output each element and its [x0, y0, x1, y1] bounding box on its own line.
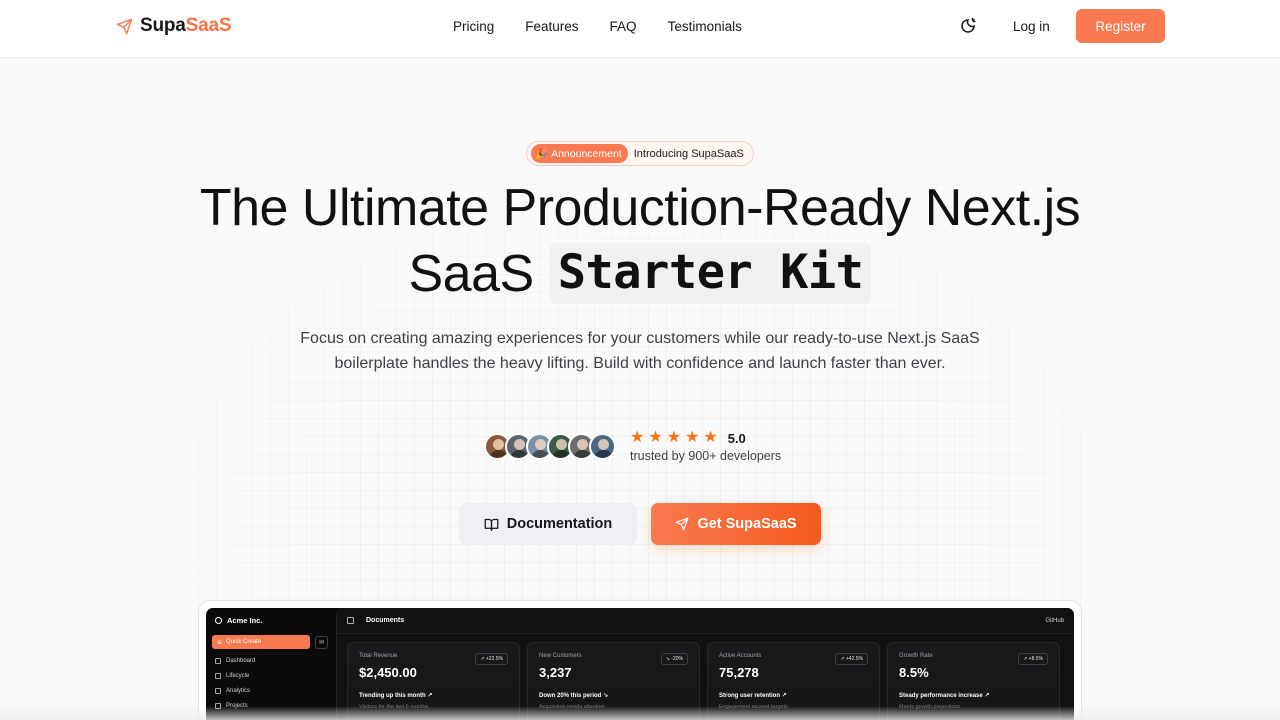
- stat-card-growth: Growth Rate ↗ +8.5% 8.5% Steady performa…: [887, 642, 1060, 720]
- quick-create-row: ⊕ Quick Create ✉: [212, 635, 330, 649]
- stat-note: Engagement exceed targets: [719, 704, 788, 710]
- announcement-label: Announcement: [551, 147, 622, 160]
- announcement-badge[interactable]: 🎉 Announcement Introducing SupaSaaS: [526, 141, 754, 166]
- sidebar-toggle-icon: [347, 617, 354, 624]
- nav-link-faq[interactable]: FAQ: [610, 19, 637, 34]
- stat-card-customers: New Customers ↘ -20% 3,237 Down 20% this…: [527, 642, 700, 720]
- star-icon: ★: [703, 429, 718, 446]
- hero-title-plain: SaaS: [408, 244, 535, 303]
- stat-trend: Down 20% this period ↘: [539, 693, 609, 699]
- star-icon: ★: [648, 429, 663, 446]
- nav-link-pricing[interactable]: Pricing: [453, 19, 494, 34]
- preview-main: Documents GitHub Total Revenue ↗ +22.5% …: [336, 608, 1074, 720]
- top-navbar: SupaSaaS Pricing Features FAQ Testimonia…: [0, 0, 1280, 58]
- star-icon: ★: [630, 429, 645, 446]
- get-supasaas-label: Get SupaSaaS: [697, 516, 797, 532]
- rating-score: 5.0: [727, 430, 746, 446]
- rating-row: ★ ★ ★ ★ ★ 5.0: [630, 430, 781, 446]
- quick-create-label: Quick Create: [226, 639, 262, 645]
- preview-sidebar-item-analytics: Analytics: [215, 688, 330, 694]
- stat-delta-badge: ↘ -20%: [660, 653, 688, 665]
- social-proof: ★ ★ ★ ★ ★ 5.0 trusted by 900+ developers: [484, 430, 781, 463]
- preview-sidebar-item-lifecycle: Lifecycle: [215, 673, 330, 679]
- preview-github-link: GitHub: [1045, 617, 1064, 624]
- avatar-group: [484, 433, 616, 460]
- org-name: Acme Inc.: [227, 616, 263, 625]
- send-icon: [676, 517, 689, 531]
- send-icon: [116, 18, 133, 34]
- hero-subtitle: Focus on creating amazing experiences fo…: [300, 330, 980, 372]
- login-link[interactable]: Log in: [1013, 19, 1050, 34]
- star-icon: ★: [685, 429, 700, 446]
- party-icon: 🎉: [535, 148, 549, 160]
- stat-value: 3,237: [539, 665, 572, 680]
- dashboard-preview-frame: Acme Inc. ⊕ Quick Create ✉ Dashboard Lif…: [198, 600, 1082, 720]
- stat-card-accounts: Active Accounts ↗ +42.5% 75,278 Strong u…: [707, 642, 880, 720]
- stat-delta-badge: ↗ +42.5%: [835, 653, 868, 665]
- list-icon: [215, 673, 221, 679]
- preview-sidebar-label: Projects: [226, 703, 248, 709]
- plus-circle-icon: ⊕: [217, 639, 223, 646]
- preview-sidebar-label: Dashboard: [226, 658, 256, 664]
- stat-value: $2,450.00: [359, 665, 417, 680]
- preview-sidebar: Acme Inc. ⊕ Quick Create ✉ Dashboard Lif…: [206, 608, 336, 720]
- org-switcher: Acme Inc.: [215, 616, 330, 625]
- theme-toggle-icon[interactable]: [959, 17, 977, 35]
- logo-text-part1: Supa: [140, 15, 186, 36]
- preview-sidebar-item-projects: Projects: [215, 703, 330, 709]
- stat-trend: Strong user retention ↗: [719, 693, 787, 699]
- announcement-text: Introducing SupaSaaS: [633, 147, 744, 160]
- register-button[interactable]: Register: [1076, 9, 1165, 43]
- rating-block: ★ ★ ★ ★ ★ 5.0 trusted by 900+ developers: [630, 430, 782, 464]
- logo[interactable]: SupaSaaS: [116, 15, 232, 37]
- quick-create-button: ⊕ Quick Create: [212, 635, 310, 649]
- get-supasaas-button[interactable]: Get SupaSaaS: [651, 503, 821, 545]
- stat-trend: Trending up this month ↗: [359, 693, 433, 699]
- star-icon: ★: [666, 429, 682, 446]
- stat-value: 8.5%: [899, 665, 929, 680]
- avatar: [589, 433, 616, 460]
- org-logo-icon: [215, 617, 222, 624]
- stat-note: Meets growth projections: [899, 704, 961, 710]
- main-nav: Pricing Features FAQ Testimonials: [453, 19, 742, 34]
- stat-value: 75,278: [719, 665, 759, 680]
- hero-title-line1: The Ultimate Production-Ready Next.js: [199, 179, 1081, 237]
- preview-page-title: Documents: [366, 617, 405, 624]
- book-open-icon: [484, 518, 499, 531]
- documentation-label: Documentation: [506, 516, 613, 532]
- preview-sidebar-label: Analytics: [226, 688, 251, 694]
- stat-note: Visitors for the last 6 months: [359, 704, 429, 710]
- documentation-button[interactable]: Documentation: [459, 503, 637, 545]
- trusted-text: trusted by 900+ developers: [630, 449, 782, 463]
- logo-text: SupaSaaS: [140, 15, 232, 37]
- stat-cards: Total Revenue ↗ +22.5% $2,450.00 Trendin…: [347, 642, 1060, 720]
- stat-note: Acquisition needs attention: [539, 704, 605, 710]
- dashboard-icon: [215, 658, 221, 664]
- nav-link-features[interactable]: Features: [525, 19, 578, 34]
- dashboard-preview: Acme Inc. ⊕ Quick Create ✉ Dashboard Lif…: [206, 608, 1074, 720]
- preview-topbar: Documents GitHub: [337, 608, 1074, 634]
- hero-title-line2: SaaS Starter Kit: [0, 243, 1280, 304]
- logo-text-part2: SaaS: [185, 15, 232, 36]
- announcement-pill: 🎉 Announcement: [531, 144, 628, 163]
- preview-sidebar-item-dashboard: Dashboard: [215, 658, 330, 664]
- stat-trend: Steady performance increase ↗: [899, 693, 990, 699]
- mail-icon: ✉: [315, 635, 328, 649]
- folder-icon: [215, 703, 221, 709]
- hero-title-highlight: Starter Kit: [549, 243, 872, 304]
- stat-delta-badge: ↗ +8.5%: [1018, 653, 1048, 665]
- stat-card-revenue: Total Revenue ↗ +22.5% $2,450.00 Trendin…: [347, 642, 520, 720]
- nav-link-testimonials[interactable]: Testimonials: [668, 19, 742, 34]
- stat-delta-badge: ↗ +22.5%: [475, 653, 508, 665]
- preview-sidebar-label: Lifecycle: [226, 673, 250, 679]
- chart-icon: [215, 688, 221, 694]
